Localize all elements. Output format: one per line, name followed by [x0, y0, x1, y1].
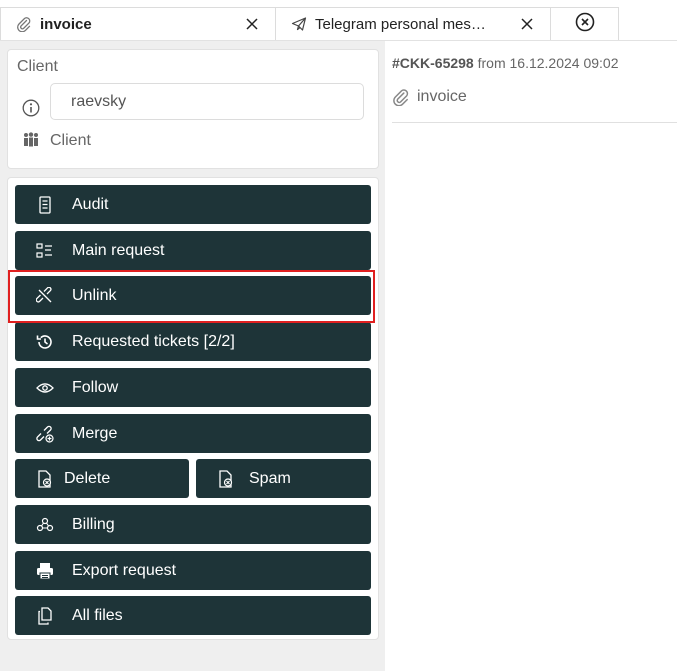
list-tree-icon [36, 242, 54, 260]
client-title: Client [17, 58, 58, 75]
file-spam-icon [217, 469, 235, 488]
ticket-id[interactable]: #CKK-65298 [392, 55, 474, 71]
audit-button[interactable]: Audit [15, 185, 371, 224]
audit-icon [36, 195, 54, 214]
ticket-date: from 16.12.2024 09:02 [477, 55, 619, 71]
all-files-button[interactable]: All files [15, 596, 371, 635]
billing-label: Billing [72, 515, 115, 533]
tab-bar: invoice Telegram personal mes… [0, 0, 677, 41]
billing-icon [36, 516, 54, 534]
client-link[interactable]: Client [50, 132, 91, 150]
export-request-button[interactable]: Export request [15, 551, 371, 590]
files-icon [36, 606, 54, 625]
close-all-tabs-button[interactable] [551, 7, 619, 40]
client-card: Client raevsky Client [7, 49, 379, 169]
ticket-panel: #CKK-65298 from 16.12.2024 09:02 invoice [385, 41, 677, 671]
tab-label: invoice [40, 15, 92, 33]
merge-label: Merge [72, 424, 118, 442]
billing-button[interactable]: Billing [15, 505, 371, 544]
circle-close-icon [575, 12, 595, 37]
delete-button[interactable]: Delete [15, 459, 189, 498]
tab-label: Telegram personal mes… [315, 15, 486, 33]
close-icon[interactable] [245, 17, 259, 31]
users-group-icon [22, 132, 40, 148]
file-delete-icon [36, 469, 54, 488]
client-input[interactable]: raevsky [50, 83, 364, 120]
all-files-label: All files [72, 606, 123, 624]
ticket-subject: invoice [392, 88, 467, 106]
merge-button[interactable]: Merge [15, 414, 371, 453]
delete-label: Delete [64, 469, 111, 487]
divider [392, 122, 677, 123]
spam-label: Spam [249, 469, 291, 487]
main-request-label: Main request [72, 241, 165, 259]
link-add-icon [36, 425, 54, 443]
unlink-highlight-box [8, 270, 375, 323]
paperclip-icon [392, 88, 410, 106]
info-icon[interactable] [22, 99, 40, 117]
follow-label: Follow [72, 378, 119, 396]
tab-invoice[interactable]: invoice [0, 7, 276, 40]
requested-tickets-button[interactable]: Requested tickets [2/2] [15, 322, 371, 361]
main-request-button[interactable]: Main request [15, 231, 371, 270]
ticket-header: #CKK-65298 from 16.12.2024 09:02 [392, 55, 619, 71]
export-request-label: Export request [72, 561, 177, 579]
audit-label: Audit [72, 195, 109, 213]
tab-telegram[interactable]: Telegram personal mes… [276, 7, 551, 40]
ticket-subject-text: invoice [417, 88, 467, 105]
follow-button[interactable]: Follow [15, 368, 371, 407]
requested-tickets-label: Requested tickets [2/2] [72, 332, 235, 350]
paperclip-icon [16, 16, 32, 32]
printer-icon [36, 562, 54, 580]
history-icon [36, 333, 54, 351]
eye-icon [36, 379, 54, 397]
spam-button[interactable]: Spam [196, 459, 371, 498]
close-icon[interactable] [520, 17, 534, 31]
actions-card: Audit Main request Unlink Requested tick… [7, 177, 379, 640]
left-panel: Client raevsky Client Audit Main request [0, 41, 385, 671]
telegram-icon [291, 16, 307, 32]
